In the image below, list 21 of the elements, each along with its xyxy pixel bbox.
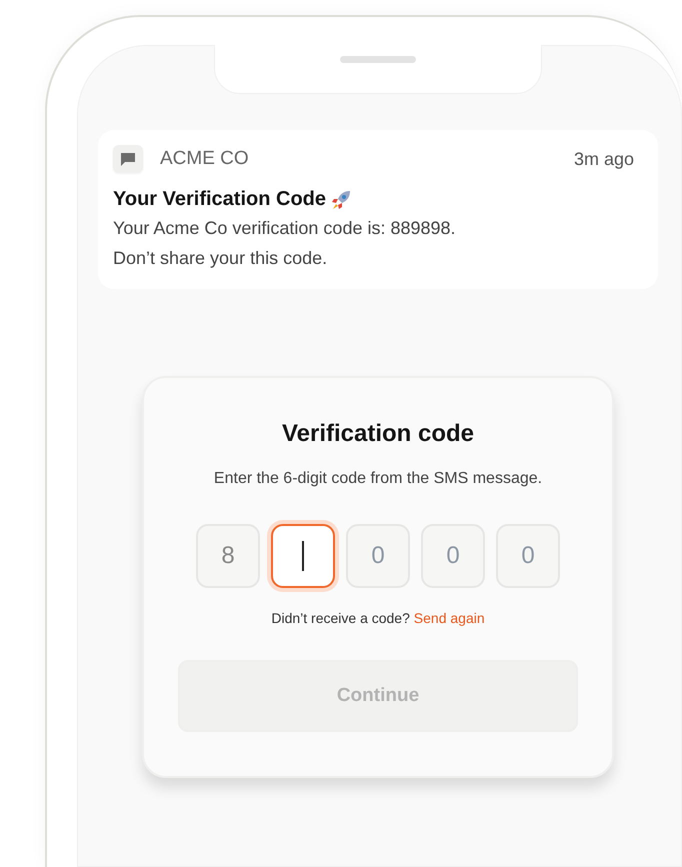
speaker-icon (340, 56, 416, 63)
digit-placeholder: 0 (521, 542, 535, 570)
rocket-icon (330, 188, 352, 210)
notification-time: 3m ago (574, 148, 634, 170)
text-cursor (302, 541, 304, 571)
card-subtitle: Enter the 6-digit code from the SMS message. (212, 470, 544, 488)
notification-text: Your Acme Co verification code is: 889898. (113, 217, 457, 240)
digit-field[interactable]: 0 (496, 524, 560, 588)
digit-field[interactable]: 0 (421, 524, 485, 588)
app-icon (113, 145, 143, 173)
digit-placeholder: 0 (446, 542, 460, 570)
send-again-link[interactable]: Send again (414, 610, 485, 626)
app-name: ACME CO (160, 148, 250, 170)
notification-title: Your Verification Code (113, 188, 326, 211)
digit-field[interactable]: 0 (346, 524, 410, 588)
digit-placeholder: 0 (371, 542, 385, 570)
digit-value: 8 (221, 542, 235, 570)
card-title: Verification code (280, 420, 476, 448)
notification-text: Don’t share your this code. (113, 247, 328, 270)
digit-field[interactable]: 8 (196, 524, 260, 588)
resend-prompt: Didn’t receive a code? (271, 610, 410, 626)
